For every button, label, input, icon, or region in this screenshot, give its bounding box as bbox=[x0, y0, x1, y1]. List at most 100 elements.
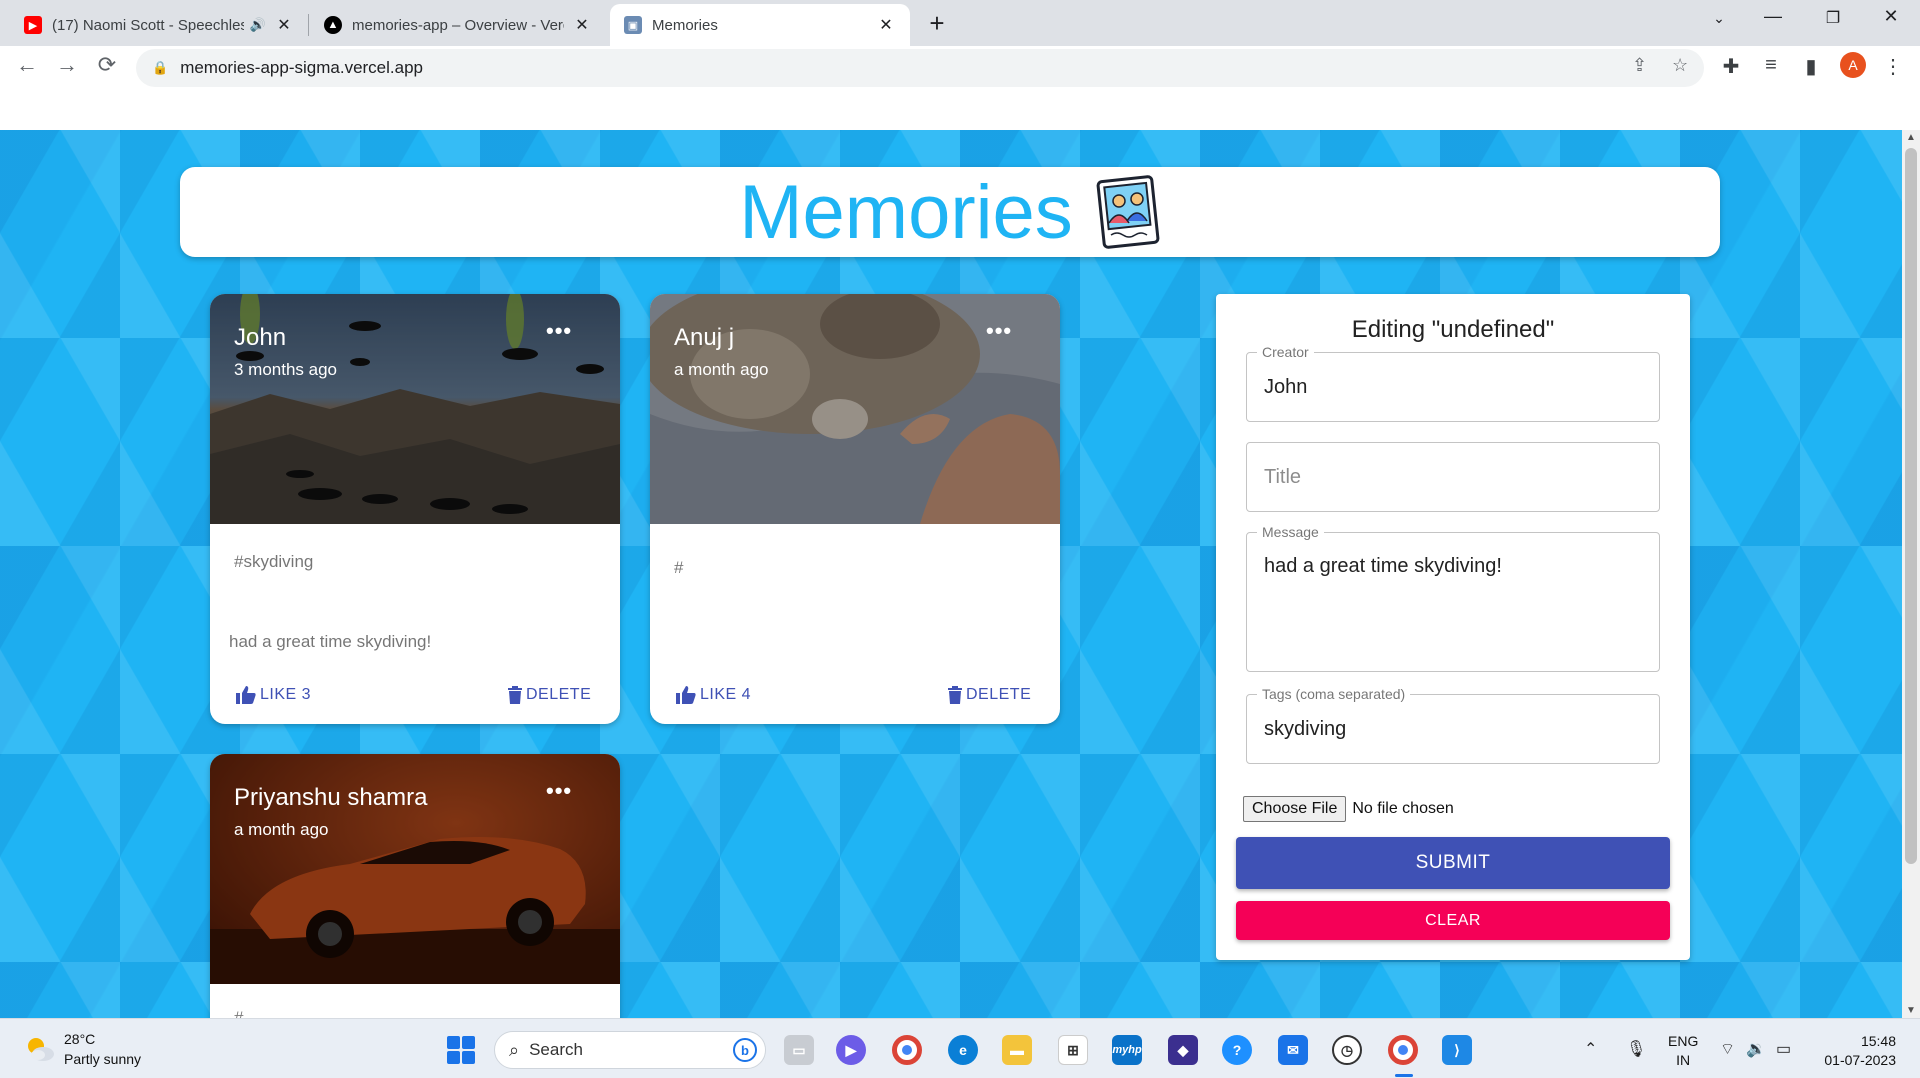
vscode-icon[interactable]: ⟩ bbox=[1442, 1035, 1472, 1065]
post-image-skydiving: John 3 months ago ••• bbox=[210, 294, 620, 524]
bookmark-star-icon[interactable]: ☆ bbox=[1672, 55, 1688, 76]
app-title: Memories bbox=[739, 169, 1073, 255]
region-code: IN bbox=[1676, 1052, 1691, 1068]
title-field-placeholder[interactable]: Title bbox=[1264, 466, 1301, 489]
message-field-value[interactable]: had a great time skydiving! bbox=[1264, 555, 1502, 578]
chrome-taskbar-icon[interactable] bbox=[892, 1035, 922, 1065]
tab-divider bbox=[308, 14, 309, 36]
url-text[interactable]: memories-app-sigma.vercel.app bbox=[180, 58, 423, 78]
like-button[interactable]: LIKE 4 bbox=[676, 686, 751, 704]
wifi-icon[interactable]: ⌔ bbox=[1720, 1039, 1735, 1059]
title-field[interactable]: Title bbox=[1246, 442, 1660, 512]
side-panel-icon[interactable]: ▮ bbox=[1798, 54, 1824, 79]
back-icon[interactable]: ← bbox=[13, 52, 41, 78]
forward-icon[interactable]: → bbox=[53, 52, 81, 78]
post-message: had a great time skydiving! bbox=[229, 632, 432, 651]
delete-label: DELETE bbox=[526, 686, 592, 703]
message-field[interactable]: Message had a great time skydiving! bbox=[1246, 524, 1660, 672]
lock-icon[interactable]: 🔒 bbox=[152, 60, 168, 76]
bing-icon[interactable]: b bbox=[733, 1038, 757, 1062]
window-close-icon[interactable]: ✕ bbox=[1876, 6, 1906, 27]
tab-search-chevron-icon[interactable]: ⌄ bbox=[1704, 10, 1734, 27]
share-icon[interactable]: ⇪ bbox=[1632, 55, 1647, 76]
tray-overflow-icon[interactable]: ⌃ bbox=[1584, 1039, 1597, 1059]
page-scrollbar[interactable]: ▲ ▼ bbox=[1902, 130, 1920, 1018]
delete-button[interactable]: DELETE bbox=[508, 686, 591, 704]
creator-field-value[interactable]: John bbox=[1264, 376, 1307, 399]
microsoft-store-icon[interactable]: ⊞ bbox=[1058, 1035, 1088, 1065]
message-field-label: Message bbox=[1257, 524, 1324, 540]
tab-title: (17) Naomi Scott - Speechless bbox=[52, 16, 244, 34]
speaker-icon[interactable]: 🔊 bbox=[250, 17, 266, 33]
clock-app-icon[interactable]: ◷ bbox=[1332, 1035, 1362, 1065]
profile-avatar[interactable]: A bbox=[1840, 52, 1866, 78]
extensions-icon[interactable]: ✚ bbox=[1718, 54, 1744, 79]
menu-kebab-icon[interactable]: ⋮ bbox=[1880, 54, 1906, 79]
choose-file-button[interactable]: Choose File bbox=[1243, 796, 1347, 822]
myhp-icon[interactable]: myhp bbox=[1112, 1035, 1142, 1065]
media-control-icon[interactable]: ≡ bbox=[1758, 54, 1784, 77]
thumb-up-icon bbox=[236, 686, 256, 704]
scroll-up-icon[interactable]: ▲ bbox=[1902, 132, 1920, 143]
language-indicator[interactable]: ENG IN bbox=[1668, 1032, 1698, 1070]
chrome-profile-taskbar-icon[interactable] bbox=[1388, 1035, 1418, 1065]
file-explorer-icon[interactable]: ▬ bbox=[1002, 1035, 1032, 1065]
battery-icon[interactable]: ▭ bbox=[1776, 1039, 1791, 1059]
microphone-icon[interactable]: 🎙 bbox=[1626, 1039, 1646, 1059]
weather-temperature[interactable]: 28°C bbox=[64, 1031, 95, 1047]
teams-chat-icon[interactable]: ▶ bbox=[836, 1035, 866, 1065]
post-time: 3 months ago bbox=[234, 360, 338, 379]
new-tab-button[interactable]: + bbox=[922, 8, 952, 39]
tags-field-label: Tags (coma separated) bbox=[1257, 686, 1411, 702]
tags-field-value[interactable]: skydiving bbox=[1264, 718, 1346, 741]
like-label: LIKE 3 bbox=[260, 686, 312, 703]
tab-vercel[interactable]: ▲ memories-app – Overview - Vercel ✕ bbox=[310, 4, 606, 46]
tab-title: memories-app – Overview - Vercel bbox=[352, 16, 564, 34]
weather-description[interactable]: Partly sunny bbox=[64, 1051, 141, 1067]
like-button[interactable]: LIKE 3 bbox=[236, 686, 311, 704]
app-header: Memories bbox=[180, 167, 1720, 257]
restore-icon[interactable]: ❐ bbox=[1818, 8, 1848, 28]
volume-icon[interactable]: 🔉 bbox=[1746, 1039, 1766, 1059]
delete-label: DELETE bbox=[966, 686, 1032, 703]
task-view-icon[interactable]: ▭ bbox=[784, 1035, 814, 1065]
file-status: No file chosen bbox=[1352, 800, 1454, 817]
close-icon[interactable]: ✕ bbox=[876, 15, 896, 35]
search-icon: ⌕ bbox=[509, 1039, 520, 1060]
submit-button[interactable]: SUBMIT bbox=[1236, 837, 1670, 889]
tab-memories[interactable]: ▣ Memories ✕ bbox=[610, 4, 910, 46]
more-options-icon[interactable]: ••• bbox=[546, 778, 572, 804]
tab-title: Memories bbox=[652, 16, 718, 34]
close-icon[interactable]: ✕ bbox=[274, 15, 294, 35]
post-creator: John bbox=[234, 324, 287, 351]
post-tags: # bbox=[234, 1008, 244, 1018]
creator-field[interactable]: Creator John bbox=[1246, 344, 1660, 422]
scrollbar-thumb[interactable] bbox=[1905, 148, 1917, 864]
help-icon[interactable]: ? bbox=[1222, 1035, 1252, 1065]
edge-icon[interactable]: e bbox=[948, 1035, 978, 1065]
memory-card: Priyanshu shamra a month ago ••• # bbox=[210, 754, 620, 1018]
post-tags: # bbox=[674, 558, 684, 577]
clock-time: 15:48 bbox=[1860, 1033, 1896, 1049]
active-app-indicator bbox=[1395, 1074, 1413, 1077]
partly-sunny-icon[interactable] bbox=[24, 1033, 56, 1065]
reload-icon[interactable]: ⟳ bbox=[93, 52, 121, 78]
windows-start-icon[interactable] bbox=[447, 1036, 475, 1064]
scroll-down-icon[interactable]: ▼ bbox=[1902, 1005, 1920, 1016]
more-options-icon[interactable]: ••• bbox=[986, 318, 1012, 344]
address-bar[interactable]: 🔒 memories-app-sigma.vercel.app bbox=[136, 49, 1704, 87]
close-icon[interactable]: ✕ bbox=[572, 15, 592, 35]
post-time: a month ago bbox=[234, 820, 329, 839]
clear-button[interactable]: CLEAR bbox=[1236, 901, 1670, 940]
taskbar-search[interactable]: ⌕ Search b bbox=[494, 1031, 766, 1069]
more-options-icon[interactable]: ••• bbox=[546, 318, 572, 344]
youtube-icon: ▶ bbox=[24, 16, 42, 34]
mail-icon[interactable]: ✉ bbox=[1278, 1035, 1308, 1065]
tags-field[interactable]: Tags (coma separated) skydiving bbox=[1246, 686, 1660, 764]
tab-youtube[interactable]: ▶ (17) Naomi Scott - Speechless 🔊 ✕ bbox=[10, 4, 308, 46]
system-clock[interactable]: 15:48 01-07-2023 bbox=[1816, 1032, 1896, 1070]
memories-logo bbox=[1096, 175, 1160, 249]
copilot-icon[interactable]: ◆ bbox=[1168, 1035, 1198, 1065]
delete-button[interactable]: DELETE bbox=[948, 686, 1031, 704]
minimize-icon[interactable]: — bbox=[1758, 6, 1788, 27]
